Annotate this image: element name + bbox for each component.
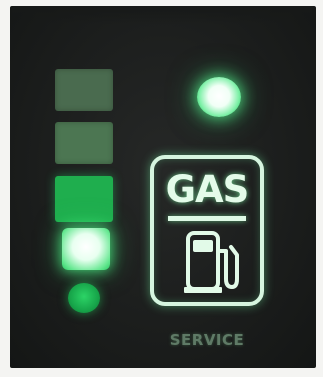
fuel-pump-icon: [184, 231, 239, 293]
level-segment-1: [62, 228, 110, 270]
status-led: [197, 77, 241, 117]
level-segment-3: [55, 122, 113, 164]
panel-shadow: [12, 6, 312, 24]
photo-background: GAS SERVICE: [0, 0, 323, 377]
level-bottom-dot: [68, 283, 100, 313]
level-segment-2: [55, 176, 113, 222]
service-label: SERVICE: [169, 331, 245, 349]
gas-button[interactable]: GAS: [150, 155, 264, 306]
gas-label: GAS: [165, 168, 250, 211]
level-segment-4: [55, 69, 113, 111]
gas-underline: [168, 216, 246, 221]
